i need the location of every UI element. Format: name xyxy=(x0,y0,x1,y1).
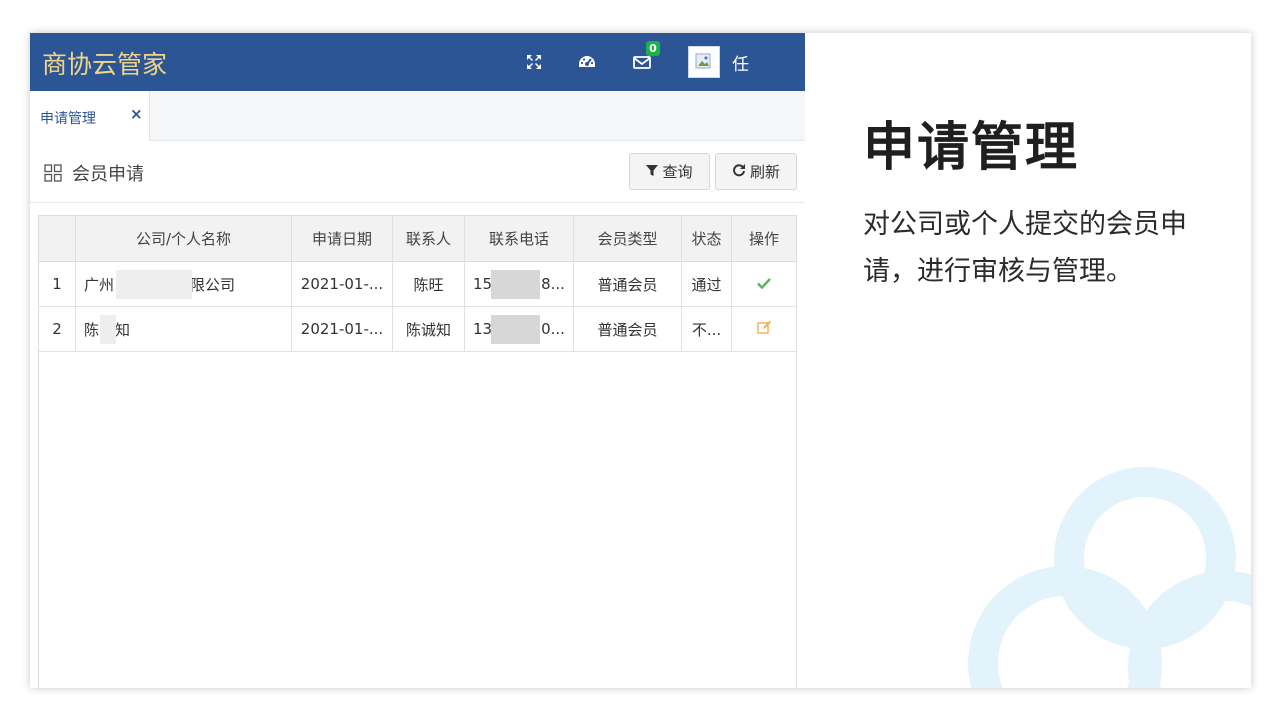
fullscreen-icon[interactable] xyxy=(522,50,546,74)
mail-badge: 0 xyxy=(646,41,660,56)
tab-label: 申请管理 xyxy=(40,111,96,127)
check-icon[interactable] xyxy=(757,275,771,293)
top-bar: 商协云管家 0 任 xyxy=(30,33,805,91)
cloud-decoration xyxy=(960,463,1251,688)
column-header-date[interactable]: 申请日期 xyxy=(292,216,393,261)
user-name[interactable]: 任 xyxy=(732,50,749,75)
column-header-name[interactable]: 公司/个人名称 xyxy=(76,216,292,261)
refresh-icon xyxy=(732,163,746,181)
query-button[interactable]: 查询 xyxy=(629,153,710,190)
type-cell: 普通会员 xyxy=(574,307,682,351)
phone-end: 0... xyxy=(541,320,565,338)
redaction-mask xyxy=(116,270,192,299)
tab-bar: 申请管理 × xyxy=(30,91,805,141)
query-label: 查询 xyxy=(662,163,693,181)
column-header-phone[interactable]: 联系电话 xyxy=(465,216,574,261)
column-header-action: 操作 xyxy=(748,230,779,248)
slide-card: 商协云管家 0 任 申请管理 × 会员申请 查询 刷新 公司/个人名称 申请日期… xyxy=(30,33,1251,688)
column-header-contact[interactable]: 联系人 xyxy=(393,216,465,261)
type-cell: 普通会员 xyxy=(574,262,682,306)
panel-title: 会员申请 xyxy=(72,164,144,185)
redaction-mask xyxy=(491,270,540,299)
action-cell xyxy=(732,307,796,351)
brand-title: 商协云管家 xyxy=(42,50,168,79)
panel-header: 会员申请 查询 刷新 xyxy=(30,141,805,203)
phone-cell: 15 8... xyxy=(465,262,574,306)
refresh-button[interactable]: 刷新 xyxy=(715,153,797,190)
name-end: 知 xyxy=(115,320,131,339)
name-cell: 广州 限公司 xyxy=(76,262,292,306)
column-header-index xyxy=(39,216,76,261)
side-description: 对公司或个人提交的会员申请，进行审核与管理。 xyxy=(863,209,1187,287)
phone-start: 15 xyxy=(473,275,493,293)
refresh-label: 刷新 xyxy=(749,163,780,181)
name-end: 限公司 xyxy=(190,275,236,294)
side-title: 申请管理 xyxy=(863,118,1080,178)
date-cell: 2021-01-... xyxy=(292,262,393,306)
contact-cell: 陈诚知 xyxy=(393,307,465,351)
row-index: 2 xyxy=(39,307,76,351)
avatar[interactable] xyxy=(688,46,720,78)
edit-icon[interactable] xyxy=(756,320,772,338)
status-cell: 不... xyxy=(682,307,732,351)
phone-cell: 13 0... xyxy=(465,307,574,351)
name-start: 广州 xyxy=(84,275,115,294)
dashboard-icon[interactable] xyxy=(575,50,599,74)
application-table: 公司/个人名称 申请日期 联系人 联系电话 会员类型 状态 操作 1 广州 限公… xyxy=(38,215,797,688)
contact-cell: 陈旺 xyxy=(393,262,465,306)
filter-icon xyxy=(646,163,659,181)
grid-icon xyxy=(44,164,62,182)
table-row[interactable]: 1 广州 限公司 2021-01-... 陈旺 15 8... 普通会员 通过 xyxy=(39,262,796,307)
column-header-status[interactable]: 状态 xyxy=(682,216,732,261)
phone-end: 8... xyxy=(541,275,565,293)
redaction-mask xyxy=(491,315,540,344)
action-cell xyxy=(732,262,796,306)
column-header-type[interactable]: 会员类型 xyxy=(574,216,682,261)
close-icon[interactable]: × xyxy=(130,105,143,123)
name-start: 陈 xyxy=(84,320,100,339)
status-cell: 通过 xyxy=(682,262,732,306)
redaction-mask xyxy=(100,315,116,344)
table-row[interactable]: 2 陈 知 2021-01-... 陈诚知 13 0... 普通会员 不... xyxy=(39,307,796,352)
name-cell: 陈 知 xyxy=(76,307,292,351)
table-header: 公司/个人名称 申请日期 联系人 联系电话 会员类型 状态 操作 xyxy=(39,216,796,262)
row-index: 1 xyxy=(39,262,76,306)
tab-application-management[interactable]: 申请管理 × xyxy=(30,91,150,141)
phone-start: 13 xyxy=(473,320,493,338)
date-cell: 2021-01-... xyxy=(292,307,393,351)
app-window: 商协云管家 0 任 申请管理 × 会员申请 查询 刷新 公司/个人名称 申请日期… xyxy=(30,33,805,688)
